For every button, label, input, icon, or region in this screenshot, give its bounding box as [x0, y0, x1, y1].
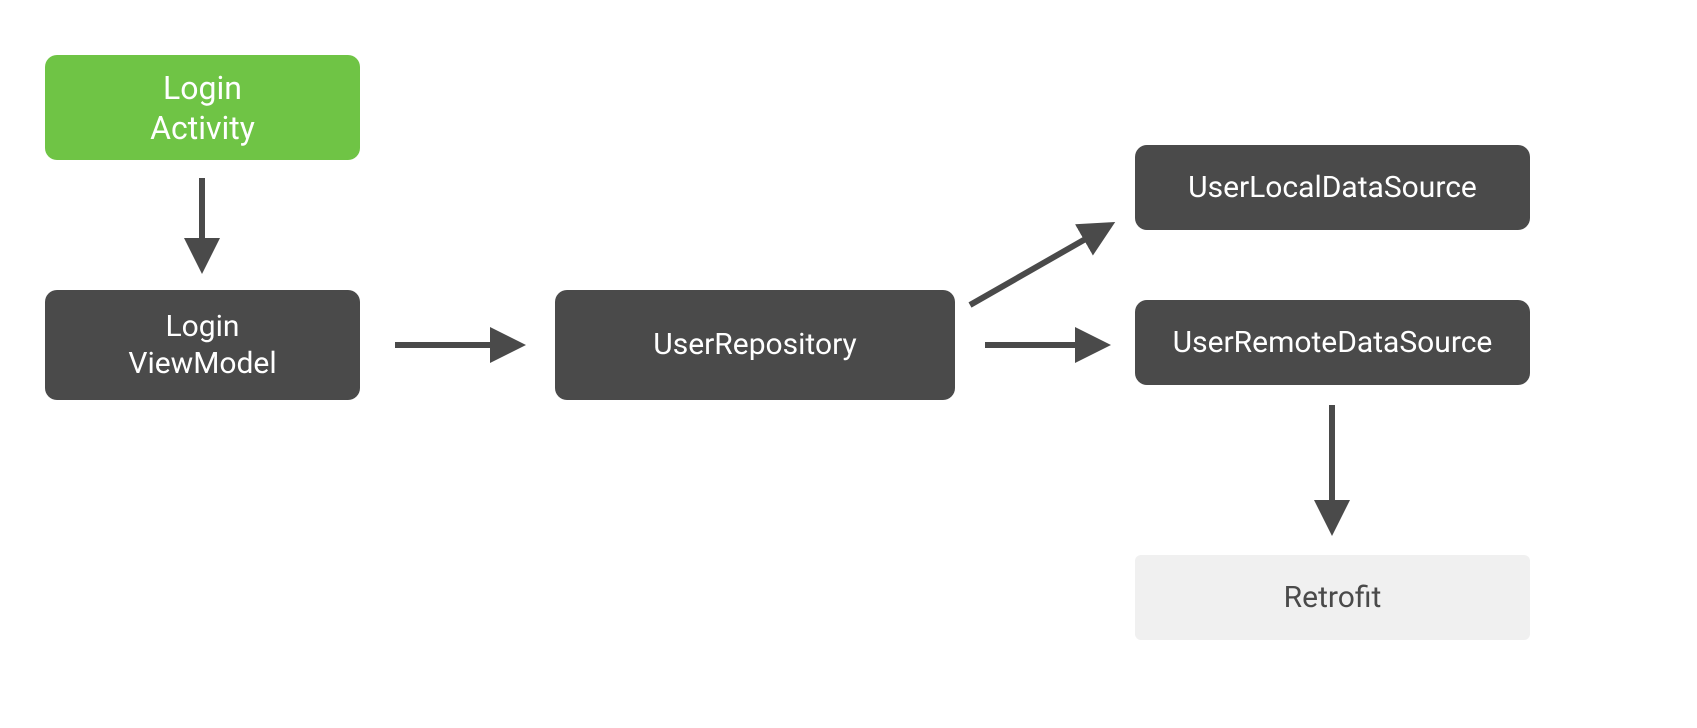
node-label: Login ViewModel [128, 308, 276, 383]
node-user-local-datasource: UserLocalDataSource [1135, 145, 1530, 230]
node-label: UserRepository [653, 326, 856, 364]
node-label: UserLocalDataSource [1188, 169, 1477, 207]
node-retrofit: Retrofit [1135, 555, 1530, 640]
node-label: UserRemoteDataSource [1173, 324, 1493, 362]
node-label: Retrofit [1284, 579, 1382, 617]
node-login-activity: Login Activity [45, 55, 360, 160]
node-user-remote-datasource: UserRemoteDataSource [1135, 300, 1530, 385]
node-label: Login Activity [150, 68, 255, 148]
node-user-repository: UserRepository [555, 290, 955, 400]
node-login-viewmodel: Login ViewModel [45, 290, 360, 400]
arrow-repository-to-local [970, 225, 1110, 305]
